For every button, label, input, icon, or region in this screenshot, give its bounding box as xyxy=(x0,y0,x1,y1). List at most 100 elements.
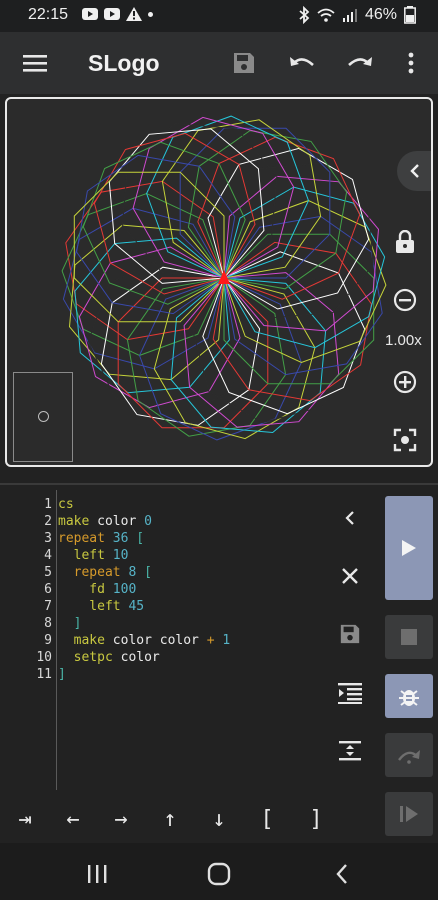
code-text: make color color + 1 xyxy=(58,632,231,649)
recenter-button[interactable] xyxy=(390,425,420,455)
close-bracket-key[interactable]: ] xyxy=(299,802,333,836)
code-line[interactable]: 9 make color color + 1 xyxy=(0,632,230,649)
more-vert-icon xyxy=(408,52,414,74)
open-bracket-key[interactable]: [ xyxy=(250,802,284,836)
zoom-out-icon xyxy=(393,288,417,312)
step-over-button[interactable] xyxy=(385,733,433,777)
collapse-panel-button[interactable] xyxy=(397,151,431,191)
line-spacing-icon xyxy=(339,741,361,761)
line-number: 3 xyxy=(44,531,52,546)
dot-icon xyxy=(148,11,153,17)
system-nav-bar xyxy=(0,843,438,900)
code-line[interactable]: 11] xyxy=(0,666,66,683)
save-button[interactable] xyxy=(227,46,261,80)
undo-icon xyxy=(290,57,314,66)
turtle-path xyxy=(223,186,386,349)
tab-key[interactable]: ⇥ xyxy=(8,802,42,836)
left-arrow-key[interactable]: ← xyxy=(56,802,90,836)
stop-icon xyxy=(401,629,417,645)
code-text: ] xyxy=(58,666,66,683)
line-number: 8 xyxy=(44,616,52,631)
code-text: fd 100 xyxy=(58,581,136,598)
code-line[interactable]: 2 make color 0 xyxy=(0,513,152,530)
back-button[interactable] xyxy=(327,859,357,889)
line-number: 9 xyxy=(44,633,52,648)
debug-button[interactable] xyxy=(385,674,433,718)
stop-button[interactable] xyxy=(385,615,433,659)
run-button[interactable] xyxy=(385,496,433,600)
line-spacing-button[interactable] xyxy=(335,736,365,766)
turtle-canvas[interactable]: 1.00x xyxy=(5,97,433,467)
code-token: fd xyxy=(58,582,105,597)
code-line[interactable]: 1 cs xyxy=(0,496,74,513)
line-number: 1 xyxy=(44,497,52,512)
code-token: [ xyxy=(128,531,145,546)
code-line[interactable]: 10 setpc color xyxy=(0,649,160,666)
undo-button[interactable] xyxy=(285,46,319,80)
code-token: 36 xyxy=(112,531,129,546)
code-line[interactable]: 7 left 45 xyxy=(0,598,144,615)
home-button[interactable] xyxy=(204,859,234,889)
menu-icon xyxy=(23,55,47,72)
code-token: left xyxy=(58,548,105,563)
debug-icon xyxy=(399,690,419,706)
menu-button[interactable] xyxy=(18,46,52,80)
code-text: left 45 xyxy=(58,598,144,615)
code-token: color color xyxy=(104,633,207,648)
down-arrow-key[interactable]: ↓ xyxy=(202,802,236,836)
recents-button[interactable] xyxy=(82,859,112,889)
minimap[interactable] xyxy=(13,372,73,462)
turtle-path xyxy=(223,215,383,376)
signal-icon xyxy=(342,9,357,22)
indent-icon xyxy=(338,683,362,704)
code-line[interactable]: 8 ] xyxy=(0,615,81,632)
battery-icon xyxy=(404,6,416,24)
minimap-turtle-marker xyxy=(38,411,49,422)
wifi-icon xyxy=(317,8,335,22)
code-line[interactable]: 5 repeat 8 [ xyxy=(0,564,152,581)
more-options-button[interactable] xyxy=(394,46,428,80)
turtle-path xyxy=(121,122,278,279)
code-text: repeat 36 [ xyxy=(58,530,144,547)
step-over-icon xyxy=(398,750,420,764)
code-token: 100 xyxy=(112,582,137,597)
panel-divider[interactable] xyxy=(0,483,438,485)
code-token: setpc xyxy=(58,650,113,665)
zoom-out-button[interactable] xyxy=(390,285,420,315)
zoom-level: 1.00x xyxy=(385,332,422,349)
code-token: 1 xyxy=(222,633,231,648)
play-icon xyxy=(402,540,416,556)
code-token: repeat xyxy=(58,531,105,546)
code-token: cs xyxy=(58,497,74,512)
collapse-editor-button[interactable] xyxy=(335,503,365,533)
turtle-path xyxy=(146,115,310,279)
clear-button[interactable] xyxy=(335,561,365,591)
back-icon xyxy=(336,864,347,884)
code-text: ] xyxy=(58,615,82,632)
code-line[interactable]: 6 fd 100 xyxy=(0,581,136,598)
youtube-icon xyxy=(82,8,98,20)
code-line[interactable]: 3 repeat 36 [ xyxy=(0,530,144,547)
lock-button[interactable] xyxy=(390,227,420,257)
line-number: 10 xyxy=(36,650,52,665)
format-indent-button[interactable] xyxy=(335,678,365,708)
up-arrow-key[interactable]: ↑ xyxy=(153,802,187,836)
code-text: make color 0 xyxy=(58,513,152,530)
app-bar: SLogo xyxy=(0,32,438,94)
save-icon xyxy=(340,624,360,644)
redo-button[interactable] xyxy=(343,46,377,80)
right-arrow-key[interactable]: → xyxy=(104,802,138,836)
code-line[interactable]: 4 left 10 xyxy=(0,547,128,564)
save-code-button[interactable] xyxy=(335,619,365,649)
youtube-icon xyxy=(104,8,120,20)
turtle-path xyxy=(161,119,322,279)
code-text: setpc color xyxy=(58,649,160,666)
code-token: 45 xyxy=(128,599,145,614)
code-editor[interactable]: 1 cs 2 make color 0 3 repeat 36 [4 left 10 5 r… xyxy=(0,490,330,795)
symbol-key-row: ⇥ ← → ↑ ↓ [] xyxy=(0,798,438,838)
zoom-in-button[interactable] xyxy=(390,367,420,397)
code-token: ] xyxy=(58,616,82,631)
chevron-left-icon xyxy=(345,511,354,525)
line-number: 2 xyxy=(44,514,52,529)
line-number: 6 xyxy=(44,582,52,597)
